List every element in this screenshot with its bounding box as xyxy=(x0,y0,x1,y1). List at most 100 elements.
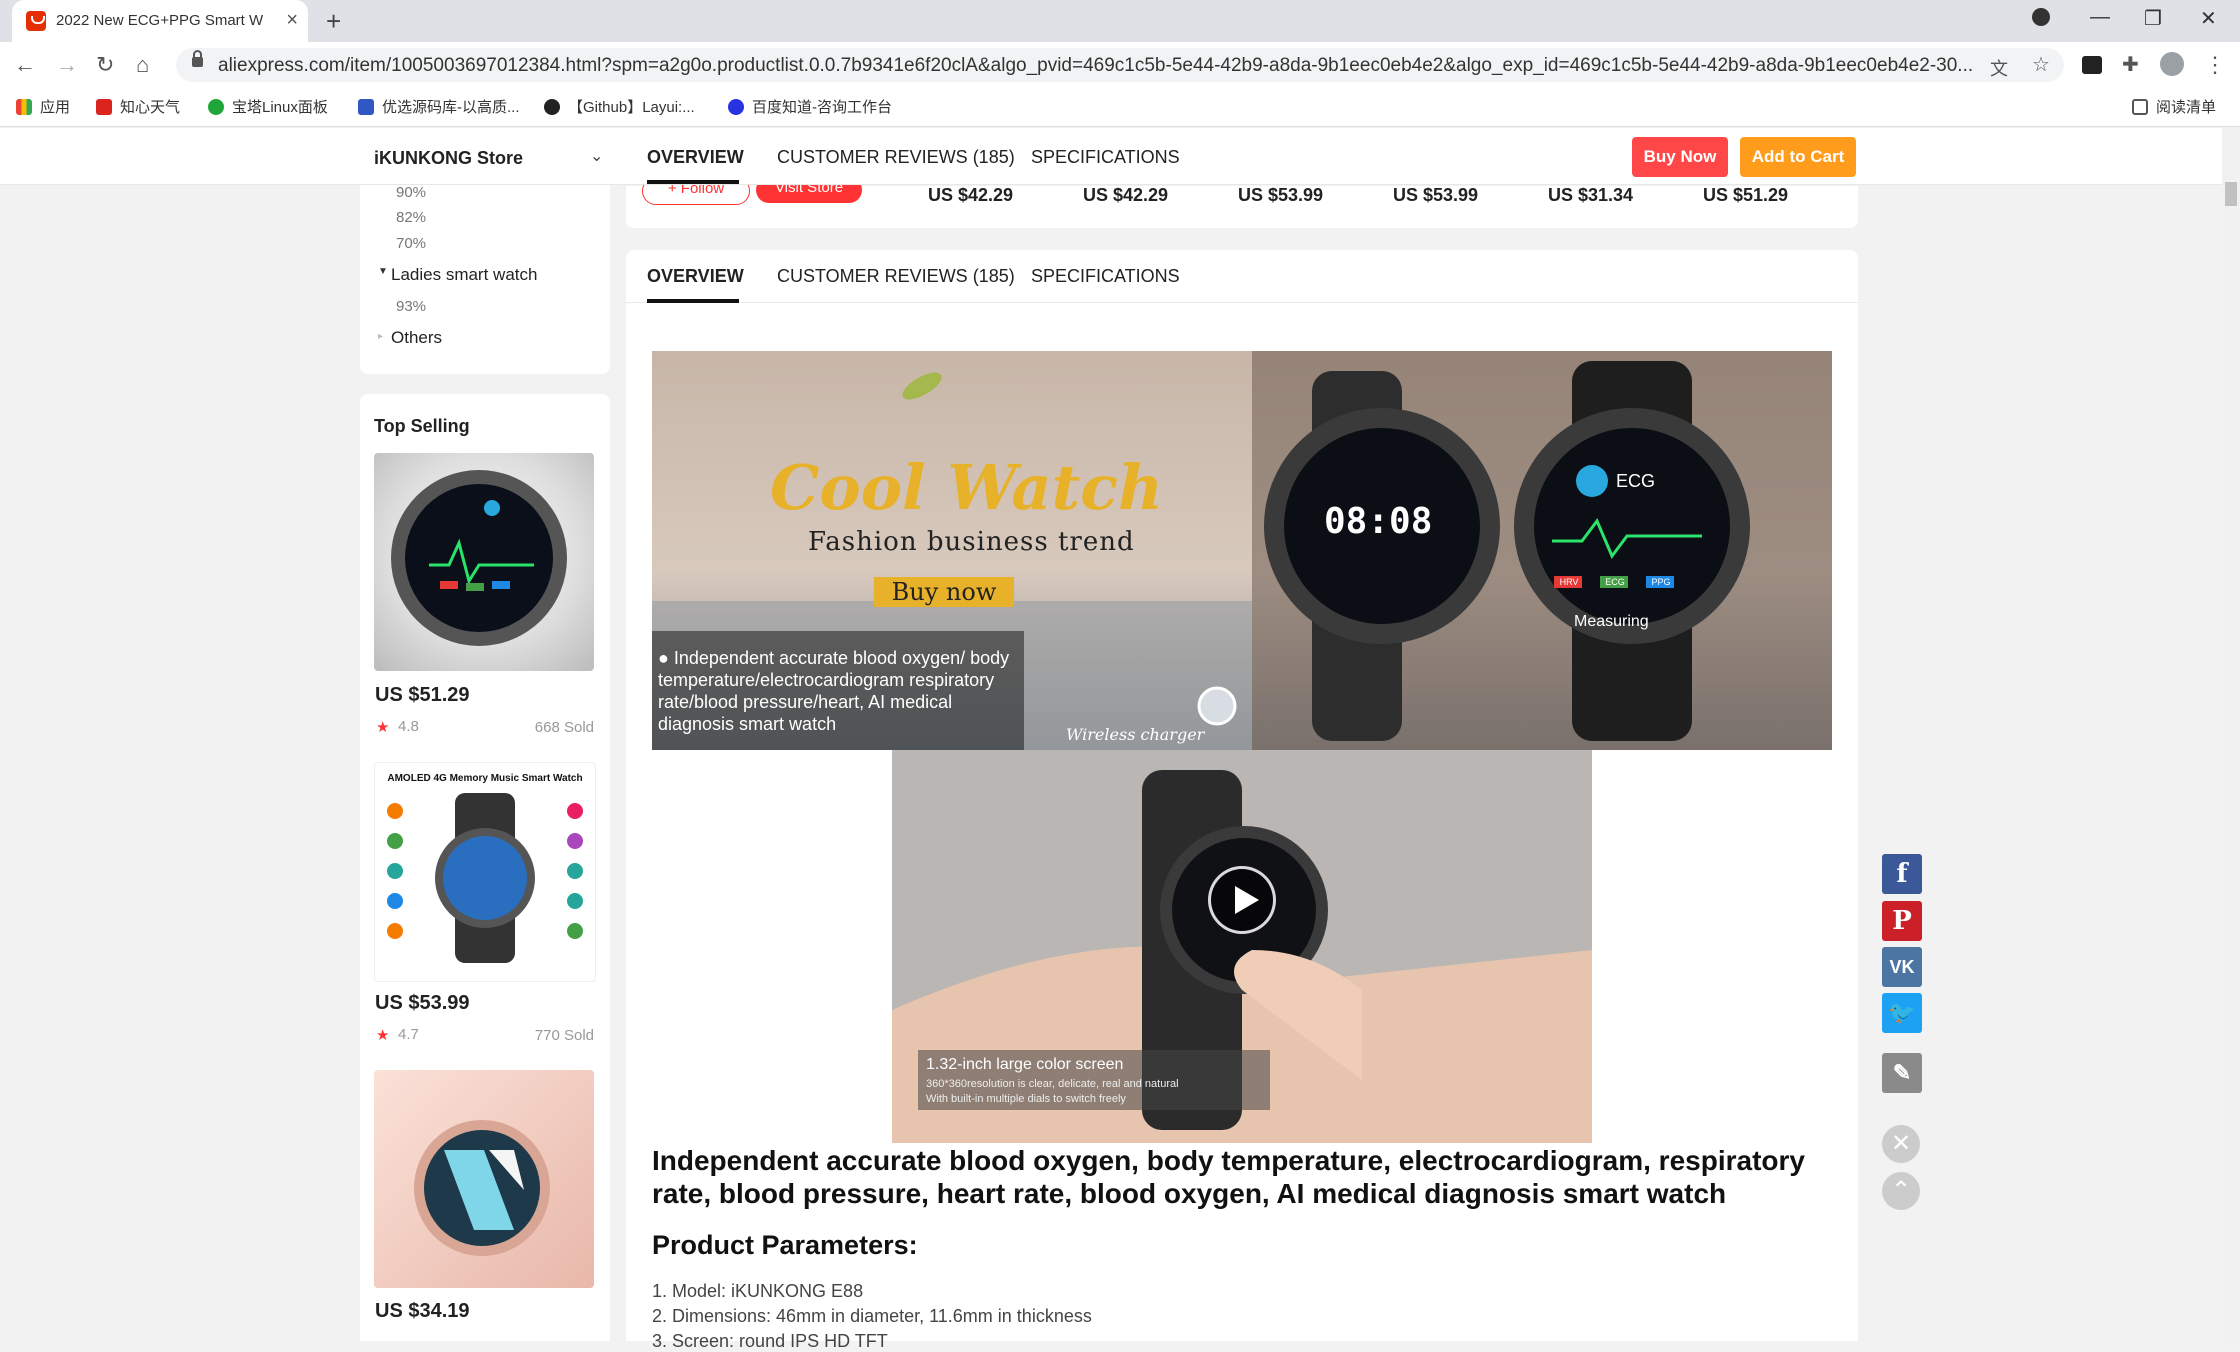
baidu-paw-icon xyxy=(728,98,744,115)
apps-grid-icon xyxy=(16,98,32,115)
back-icon[interactable]: ← xyxy=(14,52,36,78)
category-ladies-smart-watch[interactable]: Ladies smart watch xyxy=(391,265,537,285)
tab-specifications[interactable]: SPECIFICATIONS xyxy=(1031,266,1180,287)
product-video[interactable]: 1.32-inch large color screen 360*360reso… xyxy=(892,750,1592,1143)
category-percentage[interactable]: 82% xyxy=(396,209,426,226)
measuring-label: Measuring xyxy=(1574,613,1649,630)
browser-tab[interactable]: 2022 New ECG+PPG Smart W × xyxy=(12,0,308,42)
banner-charger-label: Wireless charger xyxy=(1066,725,1205,744)
category-percentage[interactable]: 70% xyxy=(396,235,426,252)
pinterest-share-icon[interactable]: P xyxy=(1882,901,1922,941)
close-tab-icon[interactable]: × xyxy=(286,9,298,32)
product-sold: 770 Sold xyxy=(534,1027,594,1044)
recommended-price[interactable]: US $42.29 xyxy=(928,185,1013,206)
active-tab-indicator xyxy=(647,299,739,303)
caret-right-icon: ▸ xyxy=(378,331,384,342)
bookmark-baidu[interactable]: 百度知道-咨询工作台 xyxy=(728,96,892,117)
caption-line: With built-in multiple dials to switch f… xyxy=(926,1093,1126,1105)
caption-line: 360*360resolution is clear, delicate, re… xyxy=(926,1078,1179,1090)
banner-buy-now[interactable]: Buy now xyxy=(874,577,1014,607)
avatar[interactable] xyxy=(2160,52,2184,76)
minimize-icon[interactable]: — xyxy=(2090,6,2110,29)
lock-icon xyxy=(192,50,203,67)
product-price[interactable]: US $34.19 xyxy=(375,1300,470,1323)
kebab-menu-icon[interactable]: ⋮ xyxy=(2204,52,2226,78)
tab-reviews[interactable]: CUSTOMER REVIEWS (185) xyxy=(777,266,1015,287)
bookmark-weather[interactable]: 知心天气 xyxy=(96,96,180,117)
restore-icon[interactable]: ❐ xyxy=(2144,6,2162,31)
category-percentage[interactable]: 90% xyxy=(396,184,426,201)
product-thumbnail[interactable] xyxy=(374,453,594,671)
close-share-icon[interactable]: ✕ xyxy=(1882,1125,1920,1163)
reload-icon[interactable]: ↻ xyxy=(96,52,114,78)
ppg-label: PPG xyxy=(1651,577,1671,587)
product-thumbnail[interactable]: AMOLED 4G Memory Music Smart Watch xyxy=(374,762,596,982)
recommended-price[interactable]: US $31.34 xyxy=(1548,185,1633,206)
close-window-icon[interactable]: ✕ xyxy=(2200,6,2217,31)
scrollbar-thumb[interactable] xyxy=(2225,182,2237,206)
address-bar[interactable]: aliexpress.com/item/1005003697012384.htm… xyxy=(176,48,2064,82)
product-sold: 668 Sold xyxy=(534,719,594,736)
tab-divider xyxy=(626,302,1858,303)
scroll-top-icon[interactable]: ⌃ xyxy=(1882,1172,1920,1210)
active-tab-indicator xyxy=(647,180,739,184)
rating-star-icon: ★ xyxy=(376,1027,390,1044)
params-title: Product Parameters: xyxy=(652,1230,918,1260)
bookmark-star-icon[interactable]: ☆ xyxy=(2032,52,2050,77)
tab-overview[interactable]: OVERVIEW xyxy=(647,266,744,287)
play-icon xyxy=(1235,886,1259,914)
recommended-price[interactable]: US $42.29 xyxy=(1083,185,1168,206)
url-text: aliexpress.com/item/1005003697012384.htm… xyxy=(218,55,1974,76)
param-line: 2. Dimensions: 46mm in diameter, 11.6mm … xyxy=(652,1306,1092,1326)
ecg-watch-image xyxy=(391,470,567,646)
product-price[interactable]: US $53.99 xyxy=(375,992,470,1015)
profile-menu-icon[interactable] xyxy=(2032,8,2050,26)
rose-gold-watch-image xyxy=(414,1120,550,1256)
reading-list[interactable]: 阅读清单 xyxy=(2132,96,2216,117)
pencil-edit-icon[interactable]: ✎ xyxy=(1882,1053,1922,1093)
new-tab-icon[interactable]: + xyxy=(326,6,341,37)
baota-icon xyxy=(208,98,224,115)
facebook-share-icon[interactable]: f xyxy=(1882,854,1922,894)
play-button[interactable] xyxy=(1208,866,1276,934)
product-banner[interactable]: Cool Watch Fashion business trend Buy no… xyxy=(652,351,1832,750)
puzzle-extensions-icon[interactable]: ✚ xyxy=(2122,52,2139,77)
banner-tagline: Fashion business trend xyxy=(808,527,1135,557)
chevron-down-icon[interactable]: ⌄ xyxy=(590,146,603,166)
vk-share-icon[interactable]: VK xyxy=(1882,947,1922,987)
caption-title: 1.32-inch large color screen xyxy=(926,1056,1124,1073)
add-to-cart-button[interactable]: Add to Cart xyxy=(1740,137,1856,177)
page-scrollbar[interactable] xyxy=(2222,128,2240,1341)
category-percentage[interactable]: 93% xyxy=(396,298,426,315)
twitter-share-icon[interactable]: 🐦 xyxy=(1882,993,1922,1033)
recommended-price[interactable]: US $51.29 xyxy=(1703,185,1788,206)
sticky-tab-overview[interactable]: OVERVIEW xyxy=(647,147,744,168)
recommended-price[interactable]: US $53.99 xyxy=(1238,185,1323,206)
banner-brand-art: Cool Watch xyxy=(770,451,1164,524)
store-name[interactable]: iKUNKONG Store xyxy=(374,148,523,169)
sticky-tab-reviews[interactable]: CUSTOMER REVIEWS (185) xyxy=(777,147,1015,168)
translate-icon[interactable]: 文 xyxy=(1990,55,2008,81)
product-thumbnail[interactable] xyxy=(374,1070,594,1288)
category-others[interactable]: Others xyxy=(391,328,442,348)
sticky-tab-specifications[interactable]: SPECIFICATIONS xyxy=(1031,147,1180,168)
home-icon[interactable]: ⌂ xyxy=(136,52,149,78)
extension-icon[interactable] xyxy=(2082,56,2102,74)
top-selling-title: Top Selling xyxy=(374,416,470,436)
caret-down-icon: ▼ xyxy=(378,266,388,277)
music-watch-image xyxy=(387,793,583,963)
ecg-chip-label: ECG xyxy=(1605,577,1625,587)
forward-icon[interactable]: → xyxy=(56,52,78,78)
recommended-price[interactable]: US $53.99 xyxy=(1393,185,1478,206)
param-line: 3. Screen: round IPS HD TFT xyxy=(652,1331,888,1351)
bookmark-baota[interactable]: 宝塔Linux面板 xyxy=(208,96,328,117)
bookmark-github[interactable]: 【Github】Layui:... xyxy=(544,96,695,117)
product-headline: Independent accurate blood oxygen, body … xyxy=(652,1145,1805,1209)
github-icon xyxy=(544,98,560,115)
product-price[interactable]: US $51.29 xyxy=(375,684,470,707)
video-caption-box: 1.32-inch large color screen 360*360reso… xyxy=(918,1050,1270,1110)
bookmark-apps[interactable]: 应用 xyxy=(16,96,70,117)
buy-now-button[interactable]: Buy Now xyxy=(1632,137,1728,177)
source-icon xyxy=(358,98,374,115)
bookmark-source[interactable]: 优选源码库-以高质... xyxy=(358,96,520,117)
